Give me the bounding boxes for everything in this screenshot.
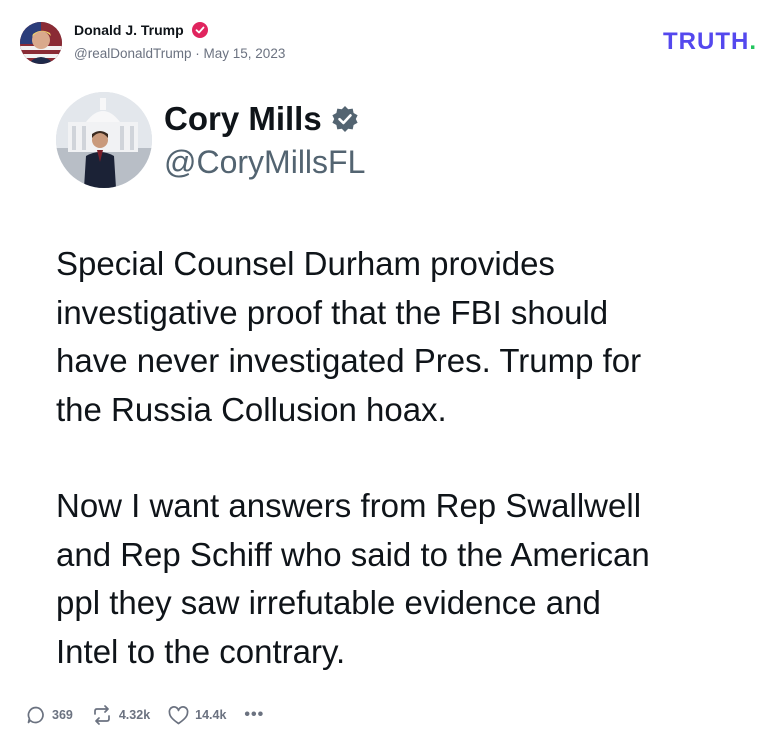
embedded-avatar [56,92,152,188]
post-header: Donald J. Trump @realDonaldTrump · May 1… [20,20,757,68]
repost-icon [94,705,110,725]
reply-button[interactable]: 369 [26,705,73,725]
repost-button[interactable]: 4.32k [91,705,150,725]
brand-dot: . [749,28,757,55]
more-options-icon[interactable]: ••• [244,706,264,724]
body-paragraph-2: Now I want answers from Rep Swallwell an… [56,487,650,670]
meta-separator: · [195,46,200,61]
author-name[interactable]: Donald J. Trump [74,22,184,38]
embedded-author-name: Cory Mills [164,100,322,137]
post-date[interactable]: May 15, 2023 [204,46,286,61]
action-bar: 369 4.32k 14.4k ••• [26,703,264,727]
reply-icon [27,706,44,724]
verified-badge-icon [332,106,358,132]
like-count: 14.4k [195,708,227,722]
verified-badge-icon [192,21,209,38]
like-icon [168,705,189,724]
truth-logo[interactable]: TRUTH. [663,28,757,56]
post-meta: @realDonaldTrump · May 15, 2023 [74,46,285,61]
embedded-tweet-body: Special Counsel Durham provides investig… [56,240,737,676]
reply-count: 369 [52,708,73,722]
like-button[interactable]: 14.4k [168,705,227,725]
embedded-author-handle: @CoryMillsFL [164,144,366,180]
author-avatar[interactable] [20,22,62,64]
author-handle[interactable]: @realDonaldTrump [74,46,192,61]
repost-count: 4.32k [118,708,151,722]
body-paragraph-1: Special Counsel Durham provides investig… [56,245,642,428]
brand-text: TRUTH [663,28,750,55]
